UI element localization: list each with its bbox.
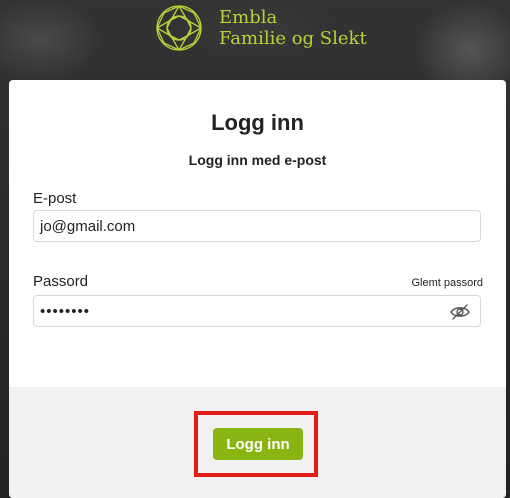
embla-logo-icon	[156, 5, 202, 51]
brand-line-1: Embla	[219, 7, 278, 28]
brand-name: Embla Familie og Slekt	[219, 7, 367, 49]
email-field[interactable]: jo@gmail.com	[33, 210, 481, 242]
page-title: Logg inn	[211, 110, 304, 135]
password-field[interactable]: ••••••••	[33, 295, 481, 327]
brand-line-2: Familie og Slekt	[219, 28, 367, 49]
login-subtitle: Logg inn med e-post	[188, 152, 327, 168]
brand-logo: Embla Familie og Slekt	[153, 2, 367, 54]
password-label: Passord	[33, 273, 89, 290]
email-label: E-post	[33, 190, 77, 207]
password-value: ••••••••	[40, 302, 91, 320]
forgot-password-link[interactable]: Glemt passord	[411, 277, 483, 289]
eye-slash-icon[interactable]	[450, 303, 470, 321]
login-card: Logg inn Logg inn med e-post E-post jo@g…	[9, 80, 506, 498]
login-footer: Logg inn	[9, 387, 506, 498]
email-value: jo@gmail.com	[40, 217, 136, 235]
login-button[interactable]: Logg inn	[213, 428, 303, 460]
